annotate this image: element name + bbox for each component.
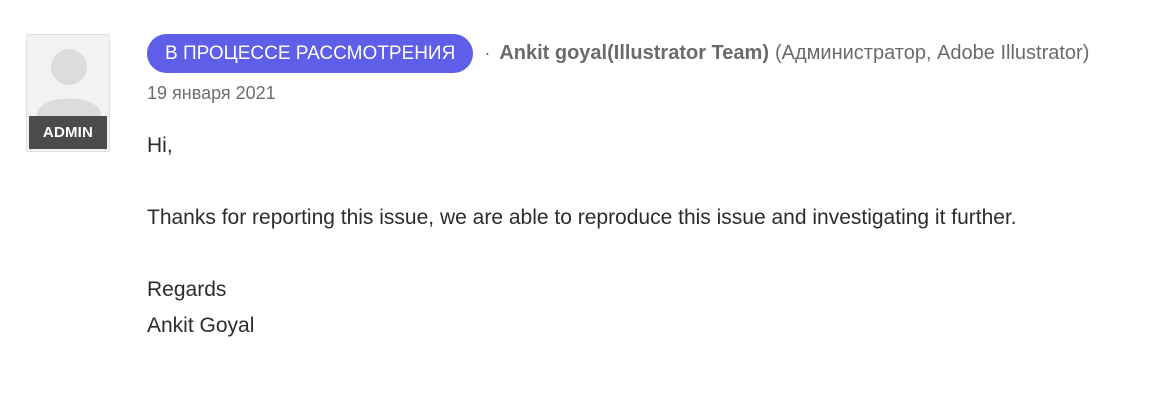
forum-post: ADMIN В ПРОЦЕССЕ РАССМОТРЕНИЯ · Ankit go… bbox=[0, 0, 1162, 412]
body-closing: Regards bbox=[147, 278, 227, 301]
separator-dot: · bbox=[484, 42, 491, 63]
avatar[interactable]: ADMIN bbox=[26, 34, 110, 152]
author-role: (Администратор, Adobe Illustrator) bbox=[774, 41, 1090, 64]
post-header: В ПРОЦЕССЕ РАССМОТРЕНИЯ · Ankit goyal(Il… bbox=[147, 33, 1089, 73]
body-message: Thanks for reporting this issue, we are … bbox=[147, 206, 1017, 229]
body-greeting: Hi, bbox=[147, 134, 173, 157]
post-body: Hi, Thanks for reporting this issue, we … bbox=[147, 128, 1147, 344]
admin-badge: ADMIN bbox=[29, 116, 107, 149]
author-name-link[interactable]: Ankit goyal(Illustrator Team) bbox=[499, 42, 769, 65]
post-date: 19 января 2021 bbox=[147, 83, 276, 103]
body-signature: Ankit Goyal bbox=[147, 314, 255, 337]
status-badge[interactable]: В ПРОЦЕССЕ РАССМОТРЕНИЯ bbox=[147, 33, 474, 73]
